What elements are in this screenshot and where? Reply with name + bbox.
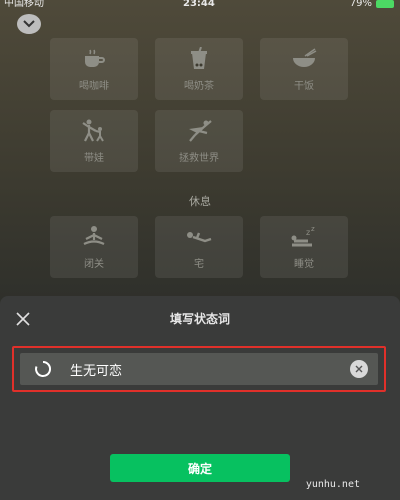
status-tile-rice[interactable]: 干饭 (260, 38, 348, 100)
svg-text:z: z (311, 225, 315, 233)
tile-label: 拯救世界 (179, 152, 219, 164)
sheet-title: 填写状态词 (169, 312, 230, 326)
superhero-icon (185, 119, 213, 143)
clear-icon (355, 365, 363, 373)
status-tile-coffee[interactable]: 喝咖啡 (50, 38, 138, 100)
status-tile-parenting[interactable]: 带娃 (50, 110, 138, 172)
chevron-down-icon (23, 20, 35, 28)
rice-bowl-icon (290, 47, 318, 71)
status-tile-sleep[interactable]: zz 睡觉 (260, 216, 348, 278)
tile-label: 喝咖啡 (79, 80, 109, 92)
tile-label: 闭关 (84, 258, 104, 270)
input-highlight-frame: 生无可恋 (12, 346, 386, 392)
status-word-input[interactable]: 生无可恋 (20, 353, 378, 385)
status-ring-icon (35, 360, 52, 377)
meditation-icon (80, 225, 108, 249)
watermark: yunhu.net (305, 479, 360, 490)
status-tile-stay-home[interactable]: 宅 (155, 216, 243, 278)
milk-tea-icon (185, 46, 213, 71)
status-tile-seclusion[interactable]: 闭关 (50, 216, 138, 278)
status-input-sheet: 填写状态词 生无可恋 确定 (0, 296, 400, 500)
clock: 23:44 (183, 0, 215, 9)
tile-label: 睡觉 (294, 258, 314, 270)
clear-button[interactable] (350, 360, 368, 378)
tile-label: 带娃 (84, 152, 104, 164)
confirm-button[interactable]: 确定 (110, 454, 290, 482)
status-tile-milk-tea[interactable]: 喝奶茶 (155, 38, 243, 100)
svg-text:z: z (306, 228, 310, 237)
collapse-button[interactable] (17, 14, 41, 34)
tile-label: 宅 (194, 258, 204, 270)
input-value: 生无可恋 (70, 364, 123, 379)
carrier-label: 中国移动 (4, 0, 44, 9)
status-bar: 中国移动 23:44 79% (0, 0, 400, 12)
parent-child-icon (80, 119, 108, 143)
sleep-icon: zz (290, 225, 318, 249)
tile-label: 喝奶茶 (184, 80, 214, 92)
tile-label: 干饭 (294, 80, 314, 92)
battery-percent: 79% (349, 0, 372, 9)
section-title-rest: 休息 (189, 195, 211, 208)
battery-icon (376, 0, 394, 8)
status-tile-save-world[interactable]: 拯救世界 (155, 110, 243, 172)
lying-down-icon (185, 225, 213, 249)
coffee-icon (80, 47, 108, 71)
